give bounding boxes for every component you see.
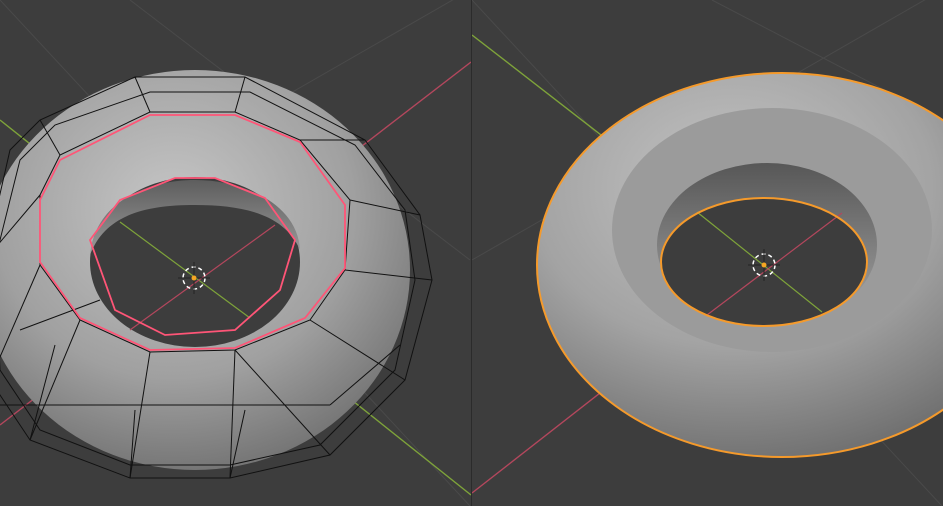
viewport-right-canvas[interactable]	[472, 0, 943, 506]
torus-object[interactable]	[537, 73, 943, 457]
viewport-right-object-mode[interactable]	[472, 0, 943, 506]
viewport-left-edit-mode[interactable]	[0, 0, 471, 506]
origin-dot	[191, 275, 197, 281]
origin-dot	[761, 262, 767, 268]
viewport-container	[0, 0, 943, 506]
viewport-left-canvas[interactable]	[0, 0, 471, 506]
